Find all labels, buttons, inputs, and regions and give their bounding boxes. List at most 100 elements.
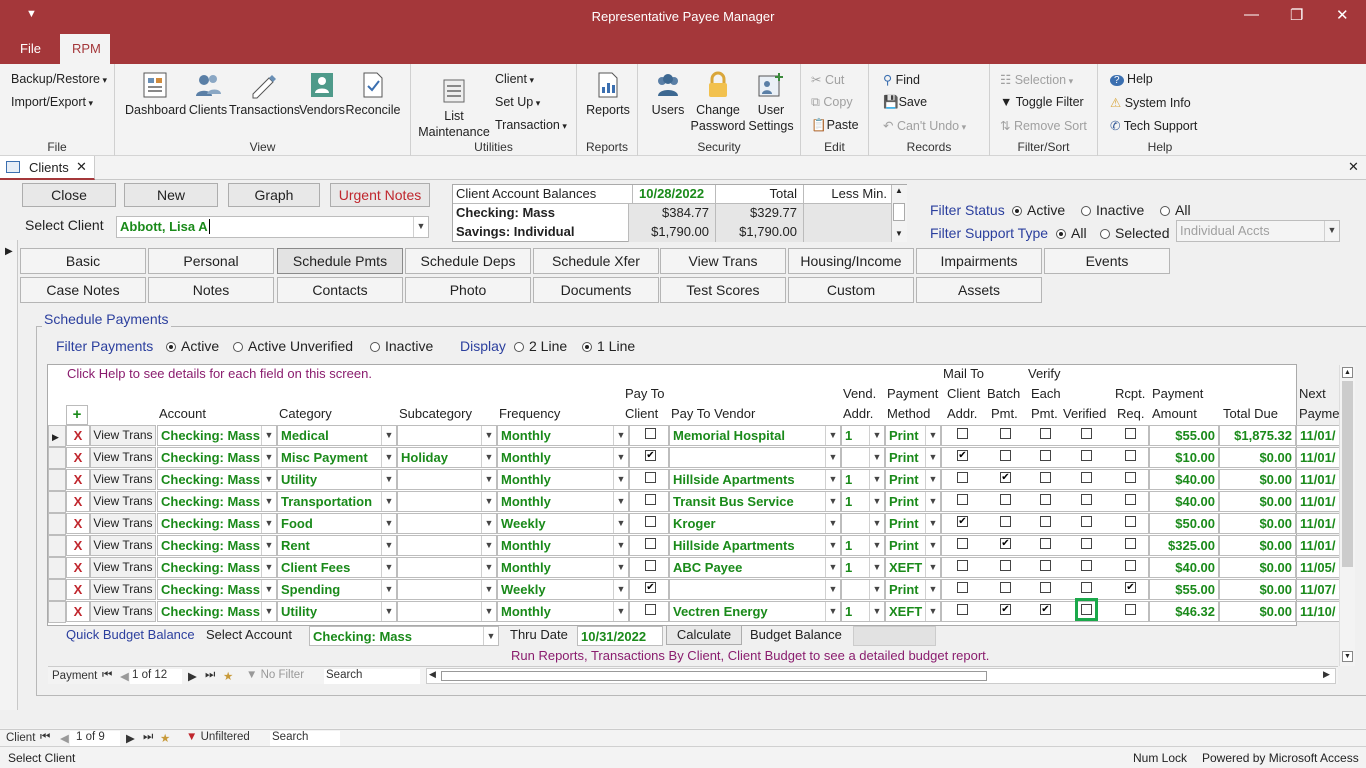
- mail-checkbox[interactable]: ✔: [957, 450, 968, 461]
- status-all-radio[interactable]: All: [1160, 202, 1191, 218]
- frequency-combo[interactable]: Monthly ▼: [497, 557, 629, 578]
- chevron-down-icon[interactable]: ▼: [481, 602, 496, 621]
- vendors-button[interactable]: Vendors: [299, 70, 345, 118]
- vendor-combo[interactable]: ABC Payee ▼: [669, 557, 841, 578]
- vendor-addr-combo[interactable]: 1 ▼: [841, 425, 885, 446]
- dashboard-button[interactable]: Dashboard: [125, 70, 186, 118]
- payment-method-combo[interactable]: Print ▼: [885, 469, 941, 490]
- account-combo[interactable]: Checking: Mass ▼: [157, 557, 277, 578]
- category-combo[interactable]: Utility ▼: [277, 469, 397, 490]
- vendor-combo[interactable]: Kroger ▼: [669, 513, 841, 534]
- scroll-up-icon[interactable]: ▲: [895, 186, 903, 195]
- status-active-radio[interactable]: Active: [1012, 202, 1065, 218]
- record-selector-bar[interactable]: ▶: [0, 240, 18, 710]
- subcategory-combo[interactable]: ▼: [397, 601, 497, 622]
- account-combo[interactable]: Checking: Mass ▼: [157, 447, 277, 468]
- rcpt-checkbox[interactable]: [1125, 560, 1136, 571]
- restore-icon[interactable]: ❐: [1290, 6, 1303, 24]
- verify-checkbox[interactable]: [1040, 450, 1051, 461]
- vendor-addr-combo[interactable]: 1 ▼: [841, 535, 885, 556]
- chevron-down-icon[interactable]: ▼: [869, 448, 884, 467]
- verify-checkbox[interactable]: [1040, 582, 1051, 593]
- chevron-down-icon[interactable]: ▼: [825, 536, 840, 555]
- vendor-addr-combo[interactable]: 1 ▼: [841, 557, 885, 578]
- verified-checkbox[interactable]: [1081, 516, 1092, 527]
- delete-row-button[interactable]: X: [66, 579, 90, 600]
- account-combo[interactable]: Checking: Mass ▼: [157, 425, 277, 446]
- next-payment-cell[interactable]: 11/01/: [1296, 469, 1340, 490]
- vendor-addr-combo[interactable]: ▼: [841, 513, 885, 534]
- verify-checkbox[interactable]: [1040, 538, 1051, 549]
- chevron-down-icon[interactable]: ▼: [613, 558, 628, 577]
- amount-cell[interactable]: $40.00: [1149, 557, 1219, 578]
- vendor-addr-combo[interactable]: ▼: [841, 579, 885, 600]
- display-1line-radio[interactable]: 1 Line: [582, 338, 635, 354]
- next-record-icon[interactable]: ▶: [126, 731, 135, 745]
- subcategory-combo[interactable]: ▼: [397, 469, 497, 490]
- chevron-down-icon[interactable]: ▼: [481, 558, 496, 577]
- chevron-down-icon[interactable]: ▼: [925, 602, 940, 621]
- calculate-button[interactable]: Calculate: [666, 625, 742, 645]
- chevron-down-icon[interactable]: ▼: [261, 514, 276, 533]
- thru-date-input[interactable]: 10/31/2022: [577, 626, 663, 646]
- category-combo[interactable]: Misc Payment ▼: [277, 447, 397, 468]
- grid-vertical-scrollbar[interactable]: ▲ ▼: [1339, 365, 1355, 666]
- mail-checkbox[interactable]: [957, 560, 968, 571]
- chevron-down-icon[interactable]: ▼: [825, 448, 840, 467]
- chevron-down-icon[interactable]: ▼: [613, 426, 628, 445]
- payment-method-combo[interactable]: Print ▼: [885, 425, 941, 446]
- row-selector[interactable]: [48, 447, 66, 469]
- tab-view-trans[interactable]: View Trans: [660, 248, 786, 274]
- total-due-cell[interactable]: $0.00: [1219, 579, 1296, 600]
- total-due-cell[interactable]: $0.00: [1219, 491, 1296, 512]
- scroll-thumb[interactable]: [1342, 381, 1353, 567]
- toggle-filter-button[interactable]: ▼ Toggle Filter: [1000, 95, 1084, 109]
- category-combo[interactable]: Transportation ▼: [277, 491, 397, 512]
- graph-button[interactable]: Graph: [228, 183, 320, 207]
- vendor-combo[interactable]: Memorial Hospital ▼: [669, 425, 841, 446]
- frequency-combo[interactable]: Weekly ▼: [497, 579, 629, 600]
- rcpt-checkbox[interactable]: [1125, 450, 1136, 461]
- client-search-input[interactable]: Search: [270, 731, 340, 746]
- chevron-down-icon[interactable]: ▼: [261, 580, 276, 599]
- close-button[interactable]: Close: [22, 183, 116, 207]
- reconcile-button[interactable]: Reconcile: [345, 70, 401, 118]
- payments-active-unverified-radio[interactable]: Active Unverified: [233, 338, 353, 354]
- payto-checkbox[interactable]: [645, 472, 656, 483]
- frequency-combo[interactable]: Monthly ▼: [497, 469, 629, 490]
- subcategory-combo[interactable]: ▼: [397, 425, 497, 446]
- cut-button[interactable]: ✂ Cut: [811, 72, 844, 87]
- verify-checkbox[interactable]: [1040, 560, 1051, 571]
- support-all-radio[interactable]: All: [1056, 225, 1087, 241]
- chevron-down-icon[interactable]: ▼: [869, 492, 884, 511]
- delete-row-button[interactable]: X: [66, 535, 90, 556]
- batch-checkbox[interactable]: [1000, 516, 1011, 527]
- delete-row-button[interactable]: X: [66, 513, 90, 534]
- chevron-down-icon[interactable]: ▼: [825, 602, 840, 621]
- tab-photo[interactable]: Photo: [405, 277, 531, 303]
- table-row[interactable]: ▶ X View Trans Checking: Mass ▼ Medical ▼ ▼ Mont…: [48, 425, 1340, 447]
- system-info-button[interactable]: ⚠ System Info: [1110, 95, 1191, 110]
- view-trans-button[interactable]: View Trans: [90, 491, 156, 512]
- scroll-left-icon[interactable]: ◀: [429, 669, 436, 680]
- delete-row-button[interactable]: X: [66, 557, 90, 578]
- chevron-down-icon[interactable]: ▼: [413, 217, 428, 237]
- tab-clients[interactable]: Clients ✕: [0, 156, 95, 180]
- view-trans-button[interactable]: View Trans: [90, 601, 156, 622]
- chevron-down-icon[interactable]: ▼: [261, 602, 276, 621]
- verify-checkbox[interactable]: ✔: [1040, 604, 1051, 615]
- batch-checkbox[interactable]: ✔: [1000, 604, 1011, 615]
- chevron-down-icon[interactable]: ▼: [869, 580, 884, 599]
- tab-personal[interactable]: Personal: [148, 248, 274, 274]
- next-payment-cell[interactable]: 11/01/: [1296, 447, 1340, 468]
- subcategory-combo[interactable]: ▼: [397, 557, 497, 578]
- batch-checkbox[interactable]: [1000, 450, 1011, 461]
- payto-checkbox[interactable]: [645, 604, 656, 615]
- frequency-combo[interactable]: Weekly ▼: [497, 513, 629, 534]
- verified-checkbox[interactable]: [1081, 428, 1092, 439]
- chevron-down-icon[interactable]: ▼: [825, 558, 840, 577]
- unfiltered-indicator[interactable]: ▼ Unfiltered: [186, 731, 250, 743]
- subcategory-combo[interactable]: ▼: [397, 513, 497, 534]
- batch-checkbox[interactable]: ✔: [1000, 538, 1011, 549]
- account-combo[interactable]: Checking: Mass ▼: [157, 491, 277, 512]
